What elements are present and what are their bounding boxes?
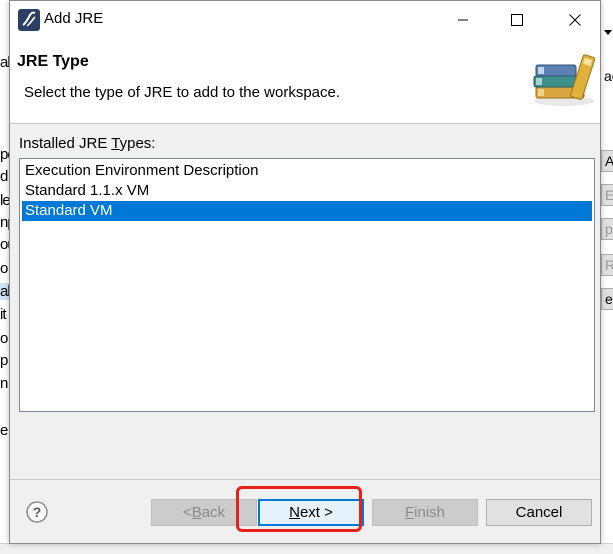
background-button: p — [601, 218, 613, 240]
background-button: R — [601, 254, 613, 276]
cancel-button[interactable]: Cancel — [486, 499, 592, 526]
background-dropdown-arrow-icon — [604, 30, 612, 35]
dialog-title: Add JRE — [44, 10, 104, 27]
background-text: np — [0, 214, 9, 231]
svg-text:?: ? — [33, 504, 42, 520]
minimize-button[interactable] — [440, 1, 486, 39]
background-text: n — [0, 375, 8, 392]
background-text: ac — [604, 68, 613, 84]
background-text: o — [0, 330, 8, 347]
back-button[interactable]: < Back — [151, 499, 257, 526]
button-mnemonic: B — [191, 504, 202, 521]
background-text: o — [0, 260, 8, 277]
label-text: ypes: — [119, 135, 156, 152]
background-window-bottom — [0, 543, 613, 554]
background-window-left: al pe d le np ou o al it o p n e — [0, 0, 9, 554]
wizard-header: JRE Type Select the type of JRE to add t… — [10, 39, 600, 124]
label-text: Installed JRE — [19, 135, 112, 152]
help-icon[interactable]: ? — [26, 501, 48, 523]
background-button: e — [601, 288, 613, 310]
close-icon — [569, 14, 581, 26]
background-text: p — [0, 352, 8, 369]
maximize-button[interactable] — [494, 1, 540, 39]
page-title: JRE Type — [17, 53, 89, 70]
stacked-books-icon — [533, 54, 596, 106]
jre-types-list[interactable]: Execution Environment Description Standa… — [19, 158, 595, 412]
background-button: E — [601, 184, 613, 206]
maximize-icon — [511, 14, 523, 26]
label-mnemonic: T — [111, 135, 120, 152]
background-text: pe — [0, 146, 9, 163]
button-bar-separator — [10, 479, 600, 480]
button-mnemonic: N — [289, 504, 300, 521]
background-text: e — [0, 422, 8, 439]
minimize-icon — [458, 19, 468, 21]
background-text: al — [0, 54, 9, 71]
eclipse-app-icon — [18, 9, 40, 31]
background-window-right: ac al A E p R e — [601, 0, 613, 554]
close-button[interactable] — [552, 1, 598, 39]
button-label: inish — [414, 504, 446, 521]
list-item-execution-environment-description[interactable]: Execution Environment Description — [22, 161, 592, 181]
background-text: ou — [0, 236, 9, 253]
background-text: le — [0, 192, 9, 209]
background-button: A — [601, 150, 613, 172]
title-bar[interactable]: Add JRE — [10, 1, 600, 39]
next-button[interactable]: Next > — [258, 499, 364, 526]
button-label: < — [182, 504, 192, 521]
page-description: Select the type of JRE to add to the wor… — [24, 84, 341, 101]
add-jre-dialog: Add JRE JRE Type Select the type of JRE … — [9, 0, 601, 544]
background-text: al — [0, 283, 9, 300]
list-item-standard-1-1-x-vm[interactable]: Standard 1.1.x VM — [22, 181, 592, 201]
background-text: d — [0, 168, 8, 185]
button-label: ack — [201, 504, 226, 521]
background-text: it — [0, 306, 7, 323]
button-mnemonic: F — [404, 504, 415, 521]
installed-jre-types-label: Installed JRE Types: — [19, 135, 155, 152]
list-item-standard-vm[interactable]: Standard VM — [22, 201, 592, 221]
button-label: ext > — [299, 504, 333, 521]
finish-button[interactable]: Finish — [372, 499, 478, 526]
